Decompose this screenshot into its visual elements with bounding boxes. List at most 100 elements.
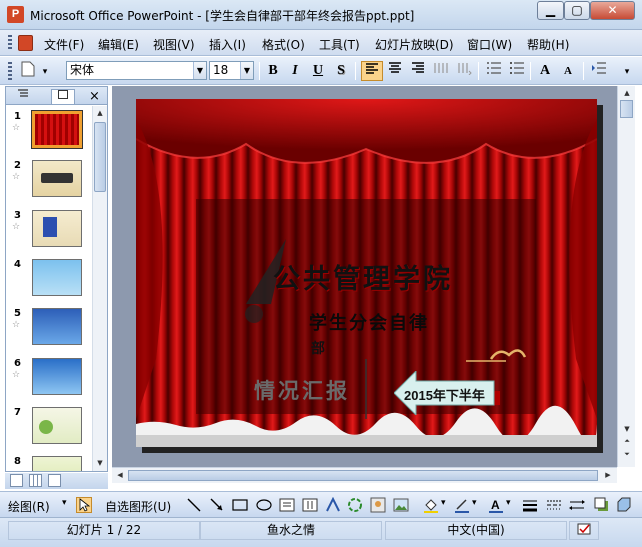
numbered-list-icon[interactable] (483, 61, 505, 81)
clipart-icon[interactable] (370, 497, 386, 513)
menu-help[interactable]: 帮助(H) (527, 36, 569, 53)
slide-report-text[interactable]: 情况汇报 (254, 375, 350, 405)
outline-tab[interactable] (11, 89, 35, 104)
scroll-down-icon[interactable]: ▼ (621, 423, 633, 435)
font-size-select[interactable]: 18 ▼ (209, 61, 254, 80)
font-color-icon[interactable]: A (488, 497, 504, 513)
next-slide-icon[interactable]: ⏷ (621, 448, 633, 460)
scrollbar-thumb[interactable] (128, 470, 598, 481)
3d-style-icon[interactable] (616, 497, 632, 513)
italic-button[interactable]: I (284, 61, 306, 81)
distribute-columns-icon[interactable] (430, 61, 452, 81)
slide-thumbnail[interactable] (32, 456, 82, 471)
slide-thumbnail-row[interactable]: 1 ☆ (6, 110, 91, 159)
menu-format[interactable]: 格式(O) (262, 36, 305, 53)
dash-style-icon[interactable] (546, 497, 562, 513)
maximize-button[interactable]: ▢ (564, 1, 590, 20)
line-style-icon[interactable] (522, 497, 538, 513)
toolbar-grip-icon[interactable] (8, 35, 12, 51)
slide-thumbnail-row[interactable]: 3 ☆ (6, 210, 91, 258)
slide-thumbnail-row[interactable]: 8 (6, 456, 91, 471)
menu-file[interactable]: 文件(F) (44, 36, 84, 53)
arrow-icon[interactable] (209, 497, 225, 513)
slides-tab[interactable] (51, 89, 75, 104)
chevron-down-icon[interactable]: ▾ (62, 498, 67, 508)
slide-thumbnail-row[interactable]: 6 ☆ (6, 358, 91, 406)
textbox-icon[interactable] (279, 497, 295, 513)
scrollbar-thumb[interactable] (94, 122, 106, 192)
spellcheck-icon[interactable] (569, 521, 599, 540)
arrow-style-icon[interactable] (569, 497, 585, 513)
document-icon[interactable] (18, 35, 33, 51)
slides-pane-scrollbar[interactable]: ▲ ▼ (92, 106, 107, 471)
powerpoint-app-icon[interactable]: P (7, 6, 24, 23)
bullet-list-icon[interactable] (506, 61, 528, 81)
text-direction-icon[interactable] (453, 61, 475, 81)
slide-thumbnail[interactable] (32, 358, 82, 395)
new-document-icon[interactable] (17, 61, 39, 81)
oval-icon[interactable] (256, 497, 272, 513)
rectangle-icon[interactable] (232, 497, 248, 513)
scrollbar-thumb[interactable] (620, 100, 633, 118)
diagram-icon[interactable] (347, 497, 363, 513)
scroll-right-icon[interactable]: ▶ (602, 469, 614, 481)
slide-thumbnail[interactable] (31, 110, 83, 149)
select-objects-icon[interactable] (76, 497, 92, 513)
menu-window[interactable]: 窗口(W) (467, 36, 512, 53)
font-name-select[interactable]: 宋体 ▼ (66, 61, 207, 80)
align-right-button[interactable] (407, 61, 429, 81)
normal-view-icon[interactable] (10, 474, 23, 487)
slide-thumbnail[interactable] (32, 407, 82, 444)
slide-subtitle-part[interactable]: 部 (311, 338, 325, 358)
menu-insert[interactable]: 插入(I) (209, 36, 246, 53)
chevron-down-icon[interactable]: ▼ (240, 62, 253, 79)
slide-thumbnail-row[interactable]: 5 ☆ (6, 308, 91, 356)
minimize-button[interactable]: ▁ (537, 1, 564, 20)
menu-slideshow[interactable]: 幻灯片放映(D) (375, 36, 454, 53)
slide-subtitle[interactable]: 学生分会自律 (309, 309, 429, 335)
menu-edit[interactable]: 编辑(E) (98, 36, 139, 53)
align-center-button[interactable] (384, 61, 406, 81)
chevron-down-icon[interactable]: ▾ (506, 498, 511, 508)
slide-thumbnail-row[interactable]: 7 (6, 407, 91, 455)
chevron-down-icon[interactable]: ▾ (472, 498, 477, 508)
increase-font-button[interactable]: A (534, 61, 556, 81)
slideshow-view-icon[interactable] (48, 474, 61, 487)
menu-view[interactable]: 视图(V) (153, 36, 195, 53)
scroll-up-icon[interactable]: ▲ (621, 87, 633, 99)
chevron-down-icon[interactable]: ▾ (40, 61, 50, 81)
bold-button[interactable]: B (262, 61, 284, 81)
underline-button[interactable]: U (307, 61, 329, 81)
scroll-down-icon[interactable]: ▼ (94, 457, 106, 469)
slide-sorter-view-icon[interactable] (29, 474, 42, 487)
line-color-icon[interactable] (454, 497, 470, 513)
menu-tools[interactable]: 工具(T) (319, 36, 360, 53)
slide-title[interactable]: 公共管理学院 (273, 257, 453, 296)
align-left-button[interactable] (361, 61, 383, 81)
close-pane-icon[interactable]: × (89, 89, 100, 104)
chevron-down-icon[interactable]: ▼ (193, 62, 206, 79)
slide-thumbnail-row[interactable]: 4 (6, 259, 91, 307)
slide-thumbnail[interactable] (32, 259, 82, 296)
decrease-font-button[interactable]: A (557, 61, 579, 81)
shadow-button[interactable]: S (330, 61, 352, 81)
insert-picture-icon[interactable] (393, 497, 409, 513)
toolbar-grip-icon[interactable] (8, 62, 12, 80)
autoshapes-menu-button[interactable]: 自选图形(U) (105, 498, 171, 515)
slide-canvas[interactable]: 公共管理学院 学生分会自律 部 情况汇报 2015年下半年 (136, 99, 597, 447)
toolbar-options-icon[interactable]: ▾ (620, 61, 634, 81)
line-icon[interactable] (186, 497, 202, 513)
wordart-icon[interactable] (325, 496, 341, 513)
slide-thumbnail[interactable] (32, 308, 82, 345)
slide-thumbnail[interactable] (32, 210, 82, 247)
scroll-up-icon[interactable]: ▲ (94, 107, 106, 119)
chevron-down-icon[interactable]: ▾ (441, 498, 446, 508)
close-button[interactable]: ✕ (590, 1, 635, 20)
slide-thumbnail-row[interactable]: 2 ☆ (6, 160, 91, 208)
arrow-callout[interactable]: 2015年下半年 (394, 371, 498, 415)
slide-vertical-scrollbar[interactable]: ▲ ▼ ⏶ ⏷ (617, 86, 635, 467)
vertical-textbox-icon[interactable] (302, 497, 318, 513)
slide-thumbnail[interactable] (32, 160, 82, 197)
scroll-left-icon[interactable]: ◀ (114, 469, 126, 481)
fill-color-icon[interactable] (423, 497, 439, 513)
